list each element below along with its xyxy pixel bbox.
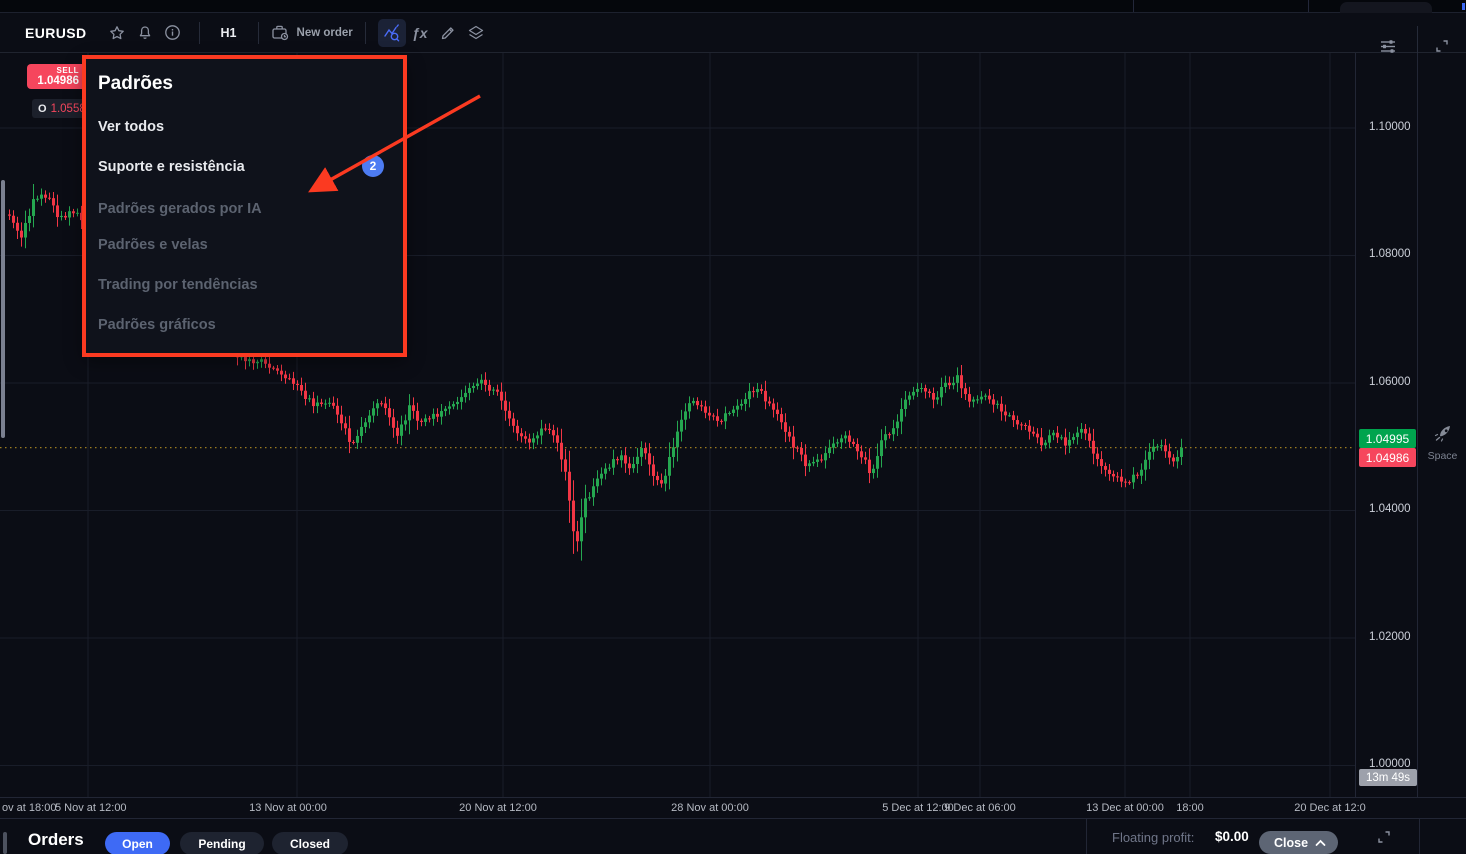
top-strip-divider — [1308, 0, 1309, 12]
right-side-panel: Space — [1417, 53, 1466, 797]
panel-scrollbar[interactable] — [3, 832, 7, 854]
patterns-menu-title: Padrões — [98, 73, 173, 95]
chart-toolbar: EURUSD H1 New order ƒx — [0, 13, 1466, 53]
time-label: 13 Dec at 00:00 — [1086, 802, 1164, 814]
info-icon[interactable] — [159, 19, 187, 47]
orders-panel: Orders Open Pending Closed Floating prof… — [0, 818, 1466, 854]
menu-item-padroes-velas[interactable]: Padrões e velas — [98, 237, 208, 253]
top-strip-tab — [1340, 2, 1432, 13]
menu-item-suporte-resistencia[interactable]: Suporte e resistência — [98, 159, 245, 175]
left-scrollbar[interactable] — [1, 180, 5, 438]
space-label: Space — [1418, 450, 1466, 462]
open-price-pill[interactable]: O 1.0558 — [32, 99, 84, 118]
patterns-tool-icon[interactable] — [378, 19, 406, 47]
time-label: 13 Nov at 00:00 — [249, 802, 327, 814]
open-price: 1.0558 — [51, 103, 86, 115]
price-tick: 1.02000 — [1369, 631, 1411, 643]
price-tick: 1.06000 — [1369, 376, 1411, 388]
top-strip-divider — [1133, 0, 1134, 12]
rocket-icon — [1432, 421, 1454, 443]
time-label: 5 Dec at 12:00 — [882, 802, 954, 814]
alerts-bell-icon[interactable] — [131, 19, 159, 47]
ask-price-badge: 1.04995 — [1359, 429, 1416, 448]
chart-area[interactable]: 1.10000 1.08000 1.06000 1.04000 1.02000 … — [0, 53, 1466, 797]
favorite-star-icon[interactable] — [103, 19, 131, 47]
briefcase-icon — [271, 24, 290, 41]
new-order-label: New order — [297, 27, 353, 39]
sell-label: SELL — [27, 66, 79, 75]
sell-position-badge[interactable]: SELL 1.04986 — [27, 64, 84, 89]
orders-right-group: Floating profit: $0.00 Close — [1086, 819, 1466, 854]
space-button[interactable]: Space — [1418, 421, 1466, 462]
objects-layers-icon[interactable] — [462, 19, 490, 47]
panel-divider — [1419, 819, 1420, 854]
browser-top-strip — [0, 0, 1466, 13]
chevron-up-icon — [1315, 839, 1326, 847]
floating-profit-label: Floating profit: — [1112, 830, 1194, 845]
time-label: 9 Dec at 06:00 — [944, 802, 1016, 814]
time-label: 5 Nov at 12:00 — [55, 802, 127, 814]
price-tick: 1.10000 — [1369, 121, 1411, 133]
timeframe-button[interactable]: H1 — [212, 21, 246, 45]
time-label: 20 Nov at 12:00 — [459, 802, 537, 814]
menu-item-padroes-ia[interactable]: Padrões gerados por IA — [98, 201, 262, 217]
time-label: 18:00 — [1176, 802, 1204, 814]
drawing-pencil-icon[interactable] — [434, 19, 462, 47]
orders-title: Orders — [28, 830, 84, 850]
new-order-button[interactable]: New order — [271, 24, 353, 41]
pattern-count-badge: 2 — [362, 155, 384, 177]
open-marker: O — [38, 103, 47, 115]
top-strip-accent — [1462, 3, 1465, 10]
price-tick: 1.08000 — [1369, 248, 1411, 260]
time-label: 20 Dec at 12:0 — [1294, 802, 1366, 814]
time-label: 28 Nov at 00:00 — [671, 802, 749, 814]
bar-countdown-badge: 13m 49s — [1359, 769, 1417, 786]
toolbar-divider — [258, 22, 259, 44]
time-axis[interactable]: ov at 18:00 5 Nov at 12:00 13 Nov at 00:… — [0, 797, 1466, 818]
time-label: ov at 18:00 — [2, 802, 56, 814]
tab-pending[interactable]: Pending — [180, 832, 264, 854]
menu-item-ver-todos[interactable]: Ver todos — [98, 119, 164, 135]
symbol-label[interactable]: EURUSD — [25, 25, 87, 41]
tab-open[interactable]: Open — [105, 832, 170, 854]
floating-profit-value: $0.00 — [1215, 829, 1249, 844]
sell-price: 1.04986 — [27, 75, 79, 87]
toolbar-divider — [199, 22, 200, 44]
bid-price-badge: 1.04986 — [1359, 448, 1416, 467]
patterns-menu: Padrões Ver todos Suporte e resistência … — [84, 57, 405, 355]
trading-terminal: EURUSD H1 New order ƒx — [0, 0, 1466, 854]
menu-item-padroes-graficos[interactable]: Padrões gráficos — [98, 317, 216, 333]
tab-closed[interactable]: Closed — [272, 832, 348, 854]
close-all-button[interactable]: Close — [1259, 831, 1338, 854]
toolbar-divider — [365, 22, 366, 44]
indicators-fx-icon[interactable]: ƒx — [406, 19, 434, 47]
menu-item-trading-tendencias[interactable]: Trading por tendências — [98, 277, 258, 293]
price-tick: 1.04000 — [1369, 503, 1411, 515]
price-axis[interactable]: 1.10000 1.08000 1.06000 1.04000 1.02000 … — [1355, 53, 1417, 797]
panel-expand-icon[interactable] — [1375, 828, 1393, 851]
